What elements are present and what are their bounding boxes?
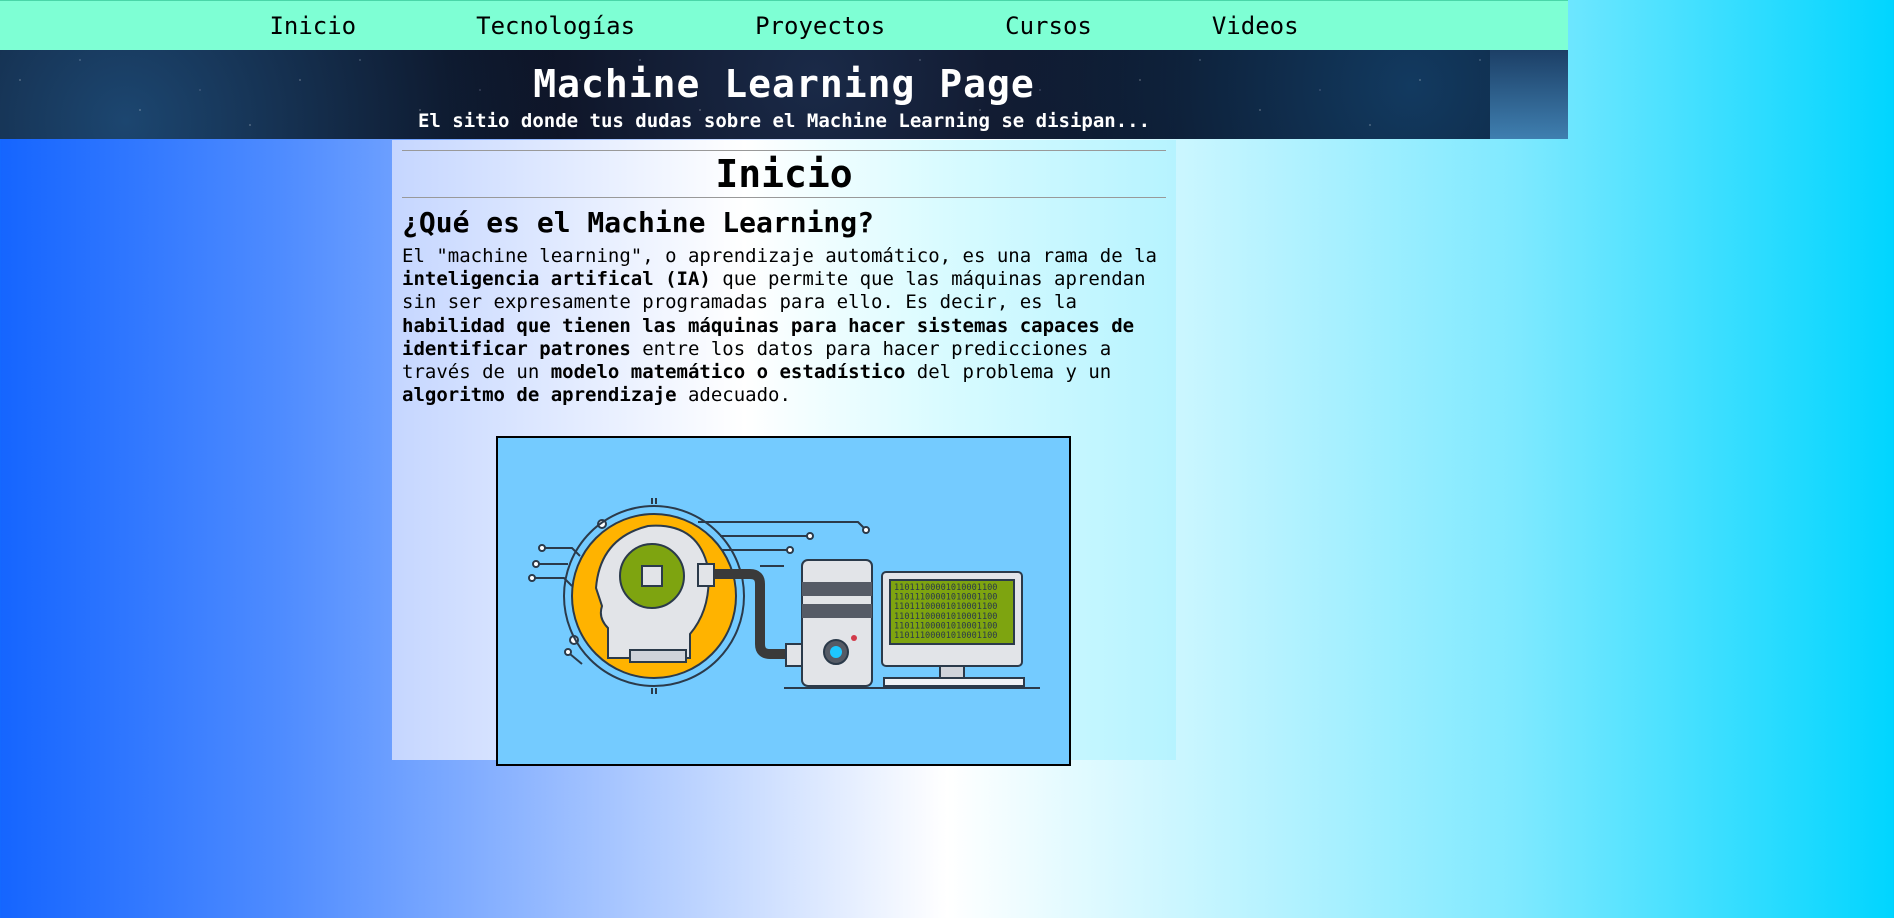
top-nav: Inicio Tecnologías Proyectos Cursos Vide… [0, 0, 1568, 50]
tower-light [830, 646, 842, 658]
computer-tower [801, 559, 873, 687]
nav-link-proyectos[interactable]: Proyectos [755, 12, 885, 40]
nav-link-tecnologias[interactable]: Tecnologías [476, 12, 635, 40]
site-title: Machine Learning Page [533, 62, 1035, 106]
section-heading: ¿Qué es el Machine Learning? [402, 206, 875, 239]
nav-link-cursos[interactable]: Cursos [1005, 12, 1092, 40]
monitor-stand [939, 665, 965, 679]
paragraph-bold-term: modelo matemático o estadístico [550, 361, 906, 384]
paragraph-text: del problema y un [905, 361, 1112, 384]
tower-bay-1 [802, 582, 872, 596]
paragraph-bold-term: inteligencia artifical (IA) [402, 268, 711, 291]
intro-paragraph: El "machine learning", o aprendizaje aut… [402, 245, 1166, 407]
page-heading: Inicio [715, 152, 853, 196]
site-header: Machine Learning Page El sitio donde tus… [0, 50, 1568, 139]
head-base [629, 649, 687, 663]
nav-link-videos[interactable]: Videos [1212, 12, 1299, 40]
paragraph-bold-term: algoritmo de aprendizaje [402, 384, 677, 407]
heading-divider-bottom [402, 197, 1166, 198]
power-led [851, 635, 857, 641]
binary-line: 11011100001010001100 [894, 602, 997, 612]
paragraph-text: El "machine learning", o aprendizaje aut… [402, 245, 1157, 267]
site-subtitle: El sitio donde tus dudas sobre el Machin… [417, 110, 1151, 132]
nav-link-inicio[interactable]: Inicio [269, 12, 356, 40]
binary-line: 11011100001010001100 [894, 631, 997, 641]
machine-learning-illustration: 11011100001010001100 11011100001010001100… [496, 436, 1071, 766]
tower-bay-2 [802, 604, 872, 618]
keyboard [883, 677, 1025, 687]
binary-line: 11011100001010001100 [894, 583, 997, 593]
main-content: Inicio ¿Qué es el Machine Learning? El "… [392, 140, 1176, 766]
chip-icon [641, 565, 663, 587]
cable-plug-left [697, 563, 715, 587]
binary-line: 11011100001010001100 [894, 612, 997, 622]
binary-text: 1101110000101000110011011100001010001100… [894, 583, 997, 641]
binary-line: 11011100001010001100 [894, 621, 997, 631]
paragraph-text: adecuado. [676, 384, 791, 407]
cable-plug-right [785, 643, 803, 667]
illustration-svg: 1101110000101000110011011100001010001100… [528, 498, 1040, 694]
binary-line: 11011100001010001100 [894, 593, 997, 603]
